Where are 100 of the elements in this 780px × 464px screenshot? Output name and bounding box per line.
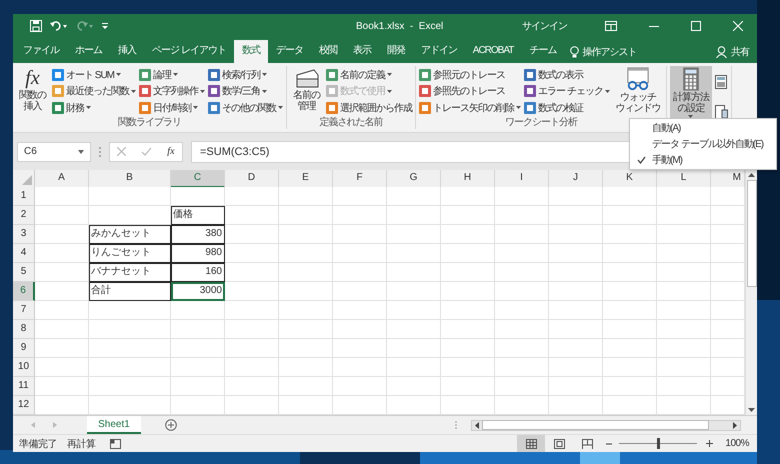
ribbon-button[interactable]: エラー チェック [524, 84, 610, 98]
row-header[interactable]: 10 [13, 358, 35, 377]
table-cell[interactable] [171, 187, 225, 206]
table-cell[interactable] [603, 320, 657, 339]
table-cell[interactable] [441, 187, 495, 206]
ribbon-tab[interactable]: 校閲 [310, 40, 345, 63]
ribbon-tab[interactable]: アドイン [412, 40, 465, 63]
table-cell[interactable] [387, 244, 441, 263]
horizontal-scrollbar[interactable] [471, 420, 741, 430]
column-header[interactable]: F [333, 170, 387, 188]
ribbon-button[interactable]: 日付/時刻 [139, 100, 205, 115]
row-header[interactable]: 5 [13, 263, 35, 282]
table-cell[interactable] [711, 358, 745, 377]
table-cell[interactable]: りんごセット [89, 244, 171, 263]
ribbon-tab[interactable]: ページ レイアウト [144, 40, 234, 63]
table-cell[interactable] [657, 396, 711, 415]
column-header[interactable]: M [711, 170, 745, 188]
row-header[interactable]: 2 [13, 206, 35, 225]
sheet-calculator-icon[interactable] [714, 105, 728, 119]
table-cell[interactable] [657, 244, 711, 263]
sheet-tab[interactable]: Sheet1 [87, 416, 141, 434]
table-cell[interactable] [89, 358, 171, 377]
table-cell[interactable] [441, 206, 495, 225]
undo-icon[interactable] [50, 20, 68, 32]
row-header[interactable]: 6 [13, 282, 35, 301]
ribbon-tab[interactable]: チーム [521, 40, 564, 63]
table-cell[interactable]: みかんセット [89, 225, 171, 244]
table-cell[interactable] [225, 320, 279, 339]
table-cell[interactable]: バナナセット [89, 263, 171, 282]
table-cell[interactable] [603, 225, 657, 244]
ribbon-button[interactable]: その他の関数 [208, 100, 283, 115]
ribbon-tab[interactable]: 開発 [378, 40, 413, 63]
table-cell[interactable] [549, 320, 603, 339]
table-cell[interactable] [441, 377, 495, 396]
table-cell[interactable] [333, 396, 387, 415]
table-cell[interactable] [549, 396, 603, 415]
table-cell[interactable] [89, 377, 171, 396]
table-cell[interactable] [549, 244, 603, 263]
table-cell[interactable] [225, 301, 279, 320]
table-cell[interactable] [387, 263, 441, 282]
next-sheet-icon[interactable] [53, 422, 57, 428]
ribbon-button[interactable]: ウォッチウィンドウ [612, 66, 663, 117]
table-cell[interactable] [549, 187, 603, 206]
column-header[interactable]: G [387, 170, 441, 188]
table-cell[interactable] [657, 206, 711, 225]
macro-record-icon[interactable] [110, 438, 120, 448]
tell-me-field[interactable]: 操作アシスト [564, 40, 642, 63]
table-cell[interactable] [225, 206, 279, 225]
table-cell[interactable] [441, 396, 495, 415]
row-header[interactable]: 8 [13, 320, 35, 339]
table-cell[interactable] [711, 301, 745, 320]
scroll-thumb[interactable] [746, 180, 756, 287]
table-cell[interactable] [549, 225, 603, 244]
share-button[interactable]: 共有 [716, 40, 749, 63]
ribbon-button[interactable]: 最近使った関数 [52, 84, 136, 98]
table-cell[interactable] [225, 396, 279, 415]
table-cell[interactable] [387, 377, 441, 396]
table-cell[interactable] [603, 358, 657, 377]
table-cell[interactable] [711, 339, 745, 358]
ribbon-tab[interactable]: 挿入 [110, 40, 144, 63]
table-cell[interactable] [387, 282, 441, 301]
table-cell[interactable] [441, 244, 495, 263]
row-header[interactable]: 3 [13, 225, 35, 244]
table-cell[interactable] [603, 206, 657, 225]
table-cell[interactable] [549, 282, 603, 301]
table-cell[interactable] [35, 320, 89, 339]
table-cell[interactable]: 980 [171, 244, 225, 263]
table-cell[interactable] [711, 225, 745, 244]
ribbon-button[interactable]: 数式の検証 [524, 100, 610, 115]
ribbon-button[interactable]: 参照先のトレース [419, 84, 521, 98]
table-cell[interactable] [279, 396, 333, 415]
table-cell[interactable] [387, 320, 441, 339]
table-cell[interactable] [225, 282, 279, 301]
ribbon-button[interactable]: 数学/三角 [208, 84, 283, 98]
table-cell[interactable] [603, 396, 657, 415]
column-header[interactable]: L [657, 170, 711, 188]
table-cell[interactable] [657, 358, 711, 377]
table-cell[interactable] [441, 301, 495, 320]
maximize-icon[interactable] [691, 21, 701, 31]
table-cell[interactable] [35, 301, 89, 320]
ribbon-tab[interactable]: データ [268, 40, 311, 63]
table-cell[interactable] [35, 339, 89, 358]
table-cell[interactable] [711, 263, 745, 282]
column-header[interactable]: C [171, 170, 225, 188]
ribbon-button[interactable]: 文字列操作 [139, 84, 205, 98]
table-cell[interactable] [171, 358, 225, 377]
ribbon-button[interactable]: 名前の定義 [326, 67, 412, 82]
column-header[interactable]: I [495, 170, 549, 188]
row-header[interactable]: 4 [13, 244, 35, 263]
ribbon-button[interactable]: 数式の表示 [524, 67, 610, 82]
table-cell[interactable] [549, 263, 603, 282]
table-cell[interactable] [495, 339, 549, 358]
table-cell[interactable] [549, 358, 603, 377]
previous-sheet-icon[interactable] [31, 422, 35, 428]
table-cell[interactable] [711, 377, 745, 396]
ribbon-tab[interactable]: ACROBAT [464, 40, 522, 63]
table-cell[interactable] [89, 187, 171, 206]
table-cell[interactable] [711, 282, 745, 301]
table-cell[interactable] [35, 396, 89, 415]
table-cell[interactable] [657, 339, 711, 358]
